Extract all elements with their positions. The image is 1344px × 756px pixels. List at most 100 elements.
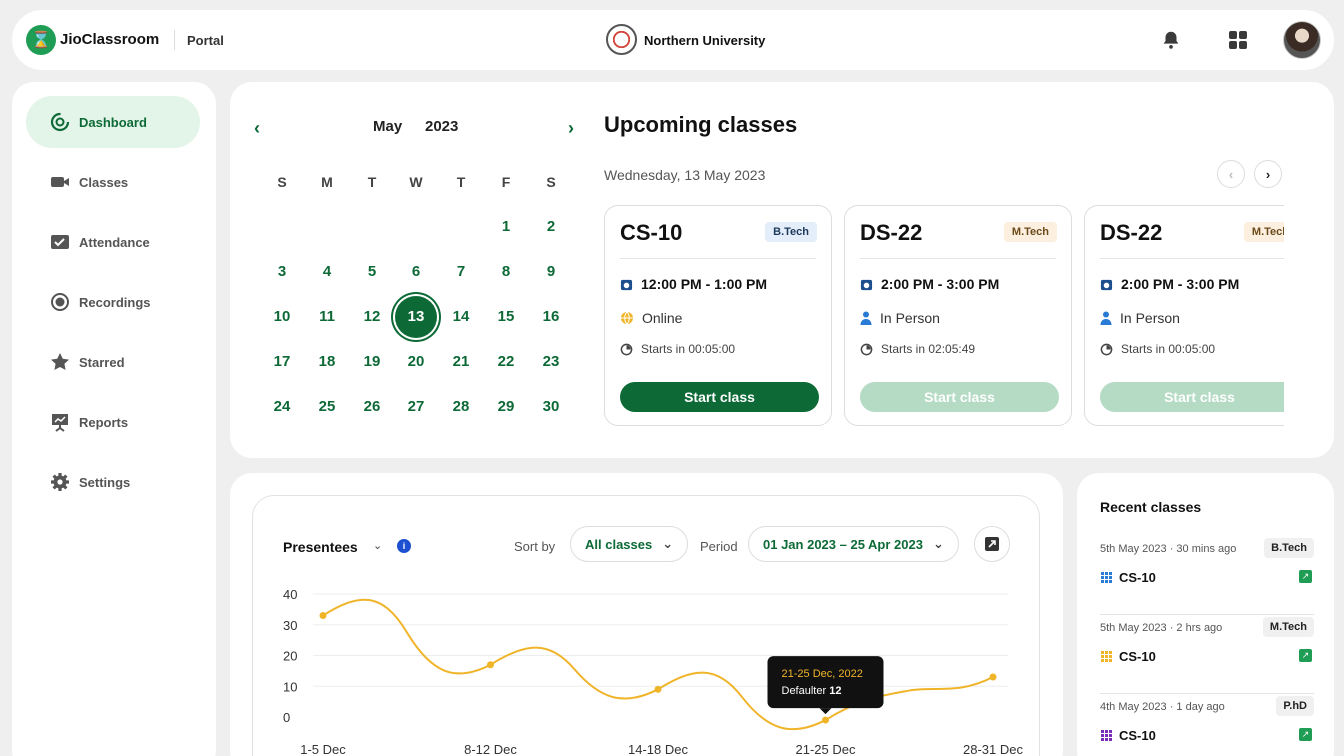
presentees-chart-container: Presentees ⌄ i Sort by All classes ⌄ Peri…: [252, 495, 1040, 756]
calendar-day[interactable]: 18: [305, 340, 349, 384]
calendar-day[interactable]: 1: [484, 205, 528, 249]
calendar-day[interactable]: 14: [439, 295, 483, 339]
carousel-next-button[interactable]: ›: [1254, 160, 1282, 188]
calendar-day[interactable]: 5: [350, 250, 394, 294]
calendar-day[interactable]: 4: [305, 250, 349, 294]
tooltip-value: 12: [829, 685, 841, 697]
open-link-icon[interactable]: ↗: [1299, 728, 1312, 741]
calendar-weekday: F: [501, 174, 511, 190]
y-tick-label: 0: [283, 710, 290, 725]
sidebar-item-settings[interactable]: Settings: [26, 456, 200, 508]
calendar-day[interactable]: 2: [529, 205, 573, 249]
tooltip-title: 21-25 Dec, 2022: [782, 668, 863, 680]
sidebar-item-label: Classes: [79, 174, 129, 190]
open-link-icon[interactable]: ↗: [1299, 570, 1312, 583]
calendar-day[interactable]: 25: [305, 385, 349, 429]
calendar-day[interactable]: 15: [484, 295, 528, 339]
recent-class-meta: 5th May 2023 · 30 mins ago: [1100, 543, 1237, 555]
sidebar-item-dashboard[interactable]: Dashboard: [26, 96, 200, 148]
calendar-prev-month-button[interactable]: ‹: [254, 118, 260, 139]
class-card[interactable]: CS-10 B.Tech 12:00 PM - 1:00 PM Online S…: [604, 205, 832, 426]
class-grid-icon: [1101, 730, 1112, 741]
calendar-day[interactable]: 20: [394, 340, 438, 384]
calendar-day[interactable]: 9: [529, 250, 573, 294]
class-grid-icon: [1101, 651, 1112, 662]
sidebar-item-recordings[interactable]: Recordings: [26, 276, 200, 328]
calendar-weekday: T: [367, 174, 377, 190]
calendar-year: 2023: [425, 118, 459, 135]
sidebar-item-label: Recordings: [79, 294, 151, 310]
start-class-button[interactable]: Start class: [1100, 382, 1284, 412]
sidebar-item-classes[interactable]: Classes: [26, 156, 200, 208]
calendar-day[interactable]: 29: [484, 385, 528, 429]
calendar-day[interactable]: 11: [305, 295, 349, 339]
class-starts: Starts in 00:05:00: [1121, 342, 1216, 356]
class-card[interactable]: DS-22 M.Tech 2:00 PM - 3:00 PM In Person…: [844, 205, 1072, 426]
data-point: [319, 612, 327, 620]
x-tick-label: 21-25 Dec: [796, 742, 856, 756]
program-badge: M.Tech: [1003, 222, 1057, 242]
recent-class-item[interactable]: 5th May 2023 · 2 hrs ago M.Tech CS-10 ↗: [1100, 614, 1314, 694]
calendar-day[interactable]: 24: [260, 385, 304, 429]
calendar-day[interactable]: 21: [439, 340, 483, 384]
class-starts-row: Starts in 00:05:00: [1100, 342, 1215, 356]
calendar-day[interactable]: 17: [260, 340, 304, 384]
calendar-day[interactable]: 6: [394, 250, 438, 294]
university-name: Northern University: [644, 33, 766, 48]
calendar-day[interactable]: 23: [529, 340, 573, 384]
calendar-day[interactable]: 28: [439, 385, 483, 429]
start-class-button[interactable]: Start class: [860, 382, 1059, 412]
card-divider: [620, 258, 816, 259]
calendar-day[interactable]: 22: [484, 340, 528, 384]
program-badge: B.Tech: [1264, 538, 1314, 558]
calendar-day[interactable]: 27: [394, 385, 438, 429]
program-badge: B.Tech: [765, 222, 817, 242]
x-tick-label: 1-5 Dec: [300, 742, 346, 756]
calendar-day[interactable]: 19: [350, 340, 394, 384]
reports-icon: [50, 412, 70, 432]
header-divider: [174, 30, 175, 50]
recent-class-item[interactable]: 5th May 2023 · 30 mins ago B.Tech CS-10 ↗: [1100, 535, 1314, 615]
open-link-icon[interactable]: ↗: [1299, 649, 1312, 662]
class-grid-icon: [1101, 572, 1112, 583]
calendar-day[interactable]: 7: [439, 250, 483, 294]
calendar-next-month-button[interactable]: ›: [568, 118, 574, 139]
start-class-button[interactable]: Start class: [620, 382, 819, 412]
apps-grid-icon[interactable]: [1226, 28, 1250, 52]
upcoming-classes-title: Upcoming classes: [604, 112, 798, 137]
sidebar-item-label: Reports: [79, 414, 129, 430]
sidebar-item-label: Dashboard: [79, 114, 147, 130]
calendar-day[interactable]: 10: [260, 295, 304, 339]
calendar-day[interactable]: 30: [529, 385, 573, 429]
class-time-row: 2:00 PM - 3:00 PM: [1100, 276, 1239, 292]
recent-class-meta: 4th May 2023 · 1 day ago: [1100, 701, 1225, 713]
jioclassroom-logo-icon[interactable]: ⌛: [26, 25, 56, 55]
x-tick-label: 28-31 Dec: [963, 742, 1023, 756]
calendar-day[interactable]: 12: [350, 295, 394, 339]
sidebar-item-reports[interactable]: Reports: [26, 396, 200, 448]
sidebar-item-starred[interactable]: Starred: [26, 336, 200, 388]
class-time: 2:00 PM - 3:00 PM: [881, 276, 1000, 292]
data-point: [822, 716, 829, 724]
card-divider: [860, 258, 1056, 259]
series-line: [322, 598, 994, 731]
tooltip-box: [767, 656, 884, 709]
calendar-day[interactable]: 16: [529, 295, 573, 339]
presentees-line-chart: 0 10 20 30 40 1-5 Dec 8-12 Dec 14-18 Dec 21-25 D…: [283, 587, 1023, 756]
user-avatar[interactable]: [1283, 21, 1321, 59]
class-starts-row: Starts in 02:05:49: [860, 342, 975, 356]
timer-icon: [620, 343, 633, 355]
class-card[interactable]: DS-22 M.Tech 2:00 PM - 3:00 PM In Person…: [1084, 205, 1284, 426]
calendar-day[interactable]: 8: [484, 250, 528, 294]
calendar-day-selected[interactable]: 13: [395, 296, 437, 338]
recent-class-item[interactable]: 4th May 2023 · 1 day ago P.hD CS-10 ↗: [1100, 693, 1314, 756]
calendar-weekday: T: [456, 174, 466, 190]
recent-class-code: CS-10: [1119, 570, 1156, 585]
dashboard-icon: [50, 112, 70, 132]
bell-icon[interactable]: [1159, 28, 1183, 52]
sidebar-item-attendance[interactable]: Attendance: [26, 216, 200, 268]
calendar-upcoming-panel: ‹ May 2023 › S M T W T F S 1 2 3 4 5 6 7 8 9 10 11 12 13 14 1…: [230, 82, 1334, 458]
calendar-day[interactable]: 3: [260, 250, 304, 294]
carousel-prev-button[interactable]: ‹: [1217, 160, 1245, 188]
calendar-day[interactable]: 26: [350, 385, 394, 429]
